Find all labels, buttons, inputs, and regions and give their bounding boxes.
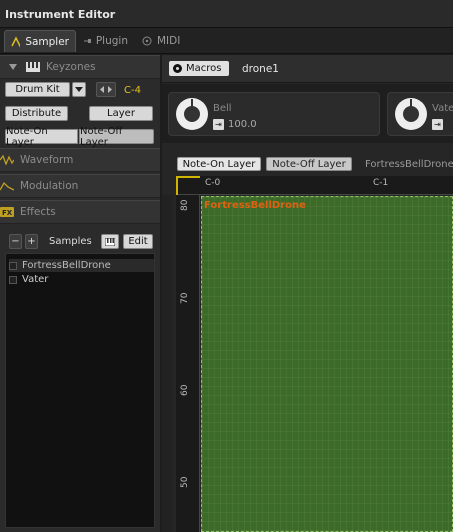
macro-controls: Bell ⇥ 100.0 Vater ⇥ (162, 84, 453, 143)
tab-sampler-label: Sampler (25, 35, 69, 48)
velocity-ruler[interactable]: 80 70 60 50 (176, 195, 200, 532)
macro-name: Vater (432, 103, 453, 114)
macro-knob[interactable] (395, 98, 427, 130)
macros-bar: Macros drone1 (162, 55, 453, 83)
macro-name: Bell (213, 103, 232, 114)
svg-text:FX: FX (2, 209, 13, 217)
sample-name: FortressBellDrone (22, 260, 111, 271)
velocity-label: 60 (180, 384, 190, 396)
note-on-layer-tab[interactable]: Note-On Layer (177, 157, 261, 171)
waveform-icon (0, 155, 14, 165)
fx-icon: FX (0, 207, 14, 217)
effects-section-header[interactable]: FX Effects (0, 200, 177, 264)
ruler-corner (176, 176, 200, 195)
waveform-section-header[interactable]: Waveform (0, 148, 177, 212)
note-off-layer-tab[interactable]: Note-Off Layer (266, 157, 352, 171)
left-panel: Keyzones Drum Kit C-4 Distribute Layer N… (0, 55, 177, 532)
macro-value[interactable]: 100.0 (228, 119, 257, 130)
macro-knob[interactable] (176, 98, 208, 130)
velocity-label: 70 (180, 292, 190, 304)
edit-label: Edit (128, 236, 148, 247)
waveform-label: Waveform (20, 154, 74, 166)
root-note-value[interactable]: C-4 (124, 85, 141, 96)
distribute-button[interactable]: Distribute (5, 106, 68, 121)
keyzone-grid[interactable]: FortressBellDrone (201, 196, 453, 532)
right-panel: Macros drone1 Bell ⇥ 100.0 Vater ⇥ Note-… (162, 55, 453, 532)
macro-knob-icon (173, 64, 182, 73)
note-off-label: Note-Off Layer (272, 158, 346, 170)
modulation-section-header[interactable]: Modulation (0, 174, 177, 238)
tab-midi[interactable]: MIDI (136, 30, 188, 52)
macro-slot: Vater ⇥ (387, 92, 453, 136)
tab-midi-label: MIDI (157, 35, 181, 47)
keyboard-icon (26, 62, 40, 72)
sample-link-icon[interactable]: ⇥ (432, 119, 443, 130)
note-on-layer-toggle[interactable]: Note-On Layer (5, 126, 78, 148)
modulation-label: Modulation (20, 180, 79, 192)
note-off-label: Note-Off Layer (80, 125, 123, 148)
sample-checkbox[interactable] (9, 275, 17, 284)
plus-label: + (27, 236, 36, 247)
list-item[interactable]: Vater (9, 273, 154, 286)
plugin-icon (84, 39, 91, 43)
sample-link-icon[interactable]: ⇥ (213, 119, 224, 130)
velocity-label: 50 (180, 476, 190, 488)
modulation-icon (0, 181, 14, 191)
title-bar: Instrument Editor (0, 0, 453, 28)
effects-label: Effects (20, 206, 56, 218)
minus-label: − (11, 236, 20, 247)
sample-checkbox[interactable] (9, 261, 17, 270)
remove-sample-button[interactable]: − (9, 234, 22, 249)
zone-label: FortressBellDrone (204, 200, 306, 211)
keyzones-label: Keyzones (46, 61, 96, 73)
distribute-label: Distribute (11, 108, 62, 119)
layer-bar: Note-On Layer Note-Off Layer FortressBel… (162, 154, 453, 174)
midi-icon (142, 36, 152, 46)
drum-kit-label: Drum Kit (15, 84, 60, 95)
ruler-label: C-1 (373, 178, 389, 188)
layer-label: Layer (107, 108, 135, 119)
macro-value-row: ⇥ (432, 119, 443, 130)
layer-sample-name: FortressBellDrone (365, 159, 453, 170)
macros-label: Macros (186, 63, 222, 74)
drum-kit-button[interactable]: Drum Kit (5, 82, 70, 97)
note-off-layer-toggle[interactable]: Note-Off Layer (79, 126, 154, 148)
keyboard-icon (105, 237, 115, 246)
tab-plugin[interactable]: Plugin (78, 30, 134, 52)
add-sample-button[interactable]: + (25, 234, 38, 249)
macro-value-row: ⇥ 100.0 (213, 119, 257, 130)
tab-sampler[interactable]: Sampler (4, 30, 76, 52)
note-stepper[interactable] (96, 82, 116, 97)
velocity-label: 80 (180, 199, 190, 211)
keyboard-map-button[interactable] (101, 234, 119, 249)
left-right-arrows-icon (100, 86, 112, 93)
vertical-scrollbar[interactable] (162, 195, 173, 532)
tab-plugin-label: Plugin (95, 35, 128, 47)
list-item[interactable]: FortressBellDrone (9, 259, 154, 272)
sampler-wave-icon (11, 35, 21, 48)
note-on-label: Note-On Layer (182, 158, 256, 170)
note-on-label: Note-On Layer (6, 125, 48, 148)
editor-tabs: Sampler Plugin MIDI (0, 28, 453, 54)
window-title: Instrument Editor (5, 8, 116, 21)
ruler-label: C-0 (205, 178, 221, 188)
chevron-down-icon (75, 87, 83, 92)
sample-name: Vater (22, 274, 49, 285)
edit-button[interactable]: Edit (123, 234, 153, 249)
preset-name: drone1 (242, 63, 279, 75)
samples-label: Samples (49, 236, 92, 247)
layer-button[interactable]: Layer (89, 106, 153, 121)
macros-button[interactable]: Macros (169, 61, 229, 76)
samples-list: FortressBellDrone Vater (5, 253, 155, 528)
collapse-arrow-icon (9, 64, 17, 70)
keyzones-section-header[interactable]: Keyzones (0, 55, 160, 79)
drum-kit-dropdown[interactable] (72, 82, 86, 97)
macro-slot: Bell ⇥ 100.0 (168, 92, 380, 136)
key-ruler[interactable]: C-0 C-1 (176, 176, 453, 195)
